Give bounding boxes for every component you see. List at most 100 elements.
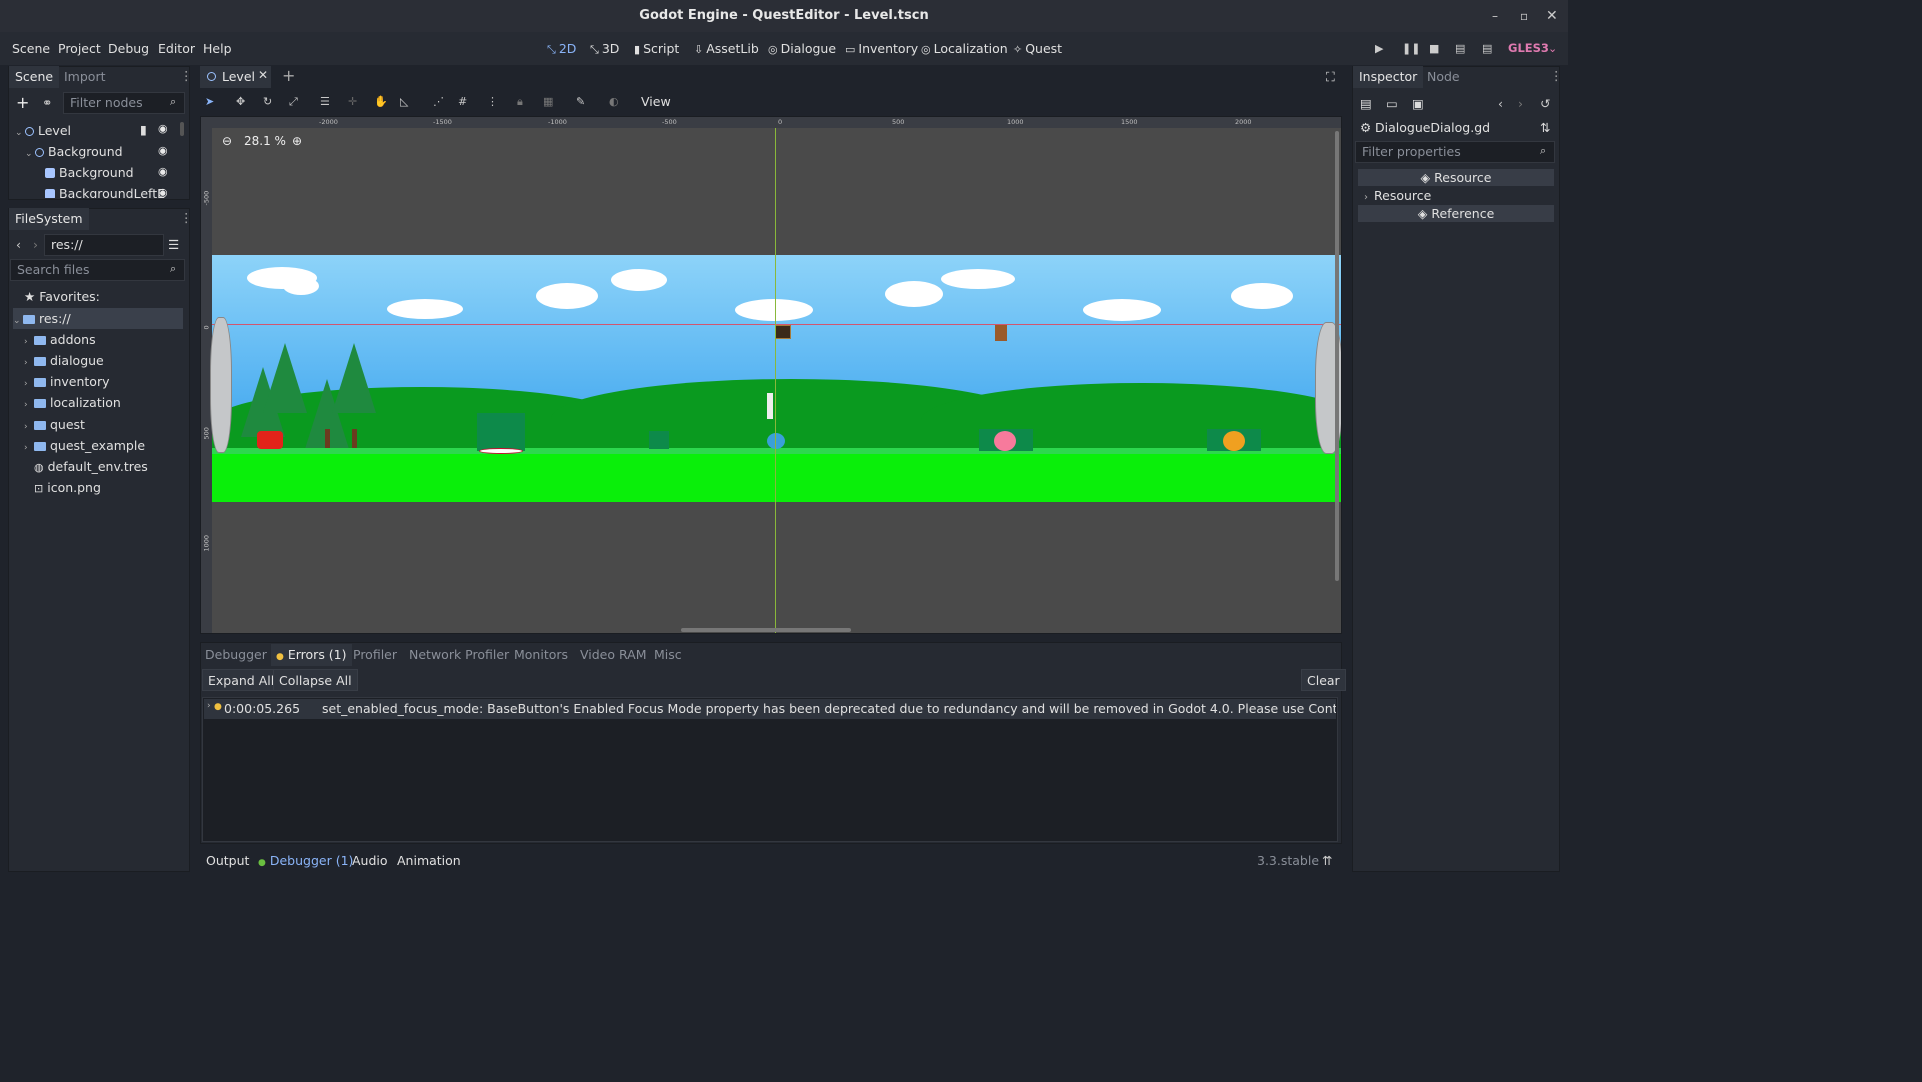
folder-inventory[interactable]: › inventory bbox=[24, 371, 110, 392]
tab-monitors[interactable]: Monitors bbox=[509, 644, 573, 666]
tab-scene[interactable]: Scene bbox=[9, 66, 60, 88]
renderer-select[interactable]: GLES3 bbox=[1508, 32, 1549, 65]
expand-panel-icon[interactable]: ⇈ bbox=[1322, 850, 1332, 872]
play-icon[interactable]: ▶ bbox=[1375, 32, 1383, 65]
npc-sprite[interactable] bbox=[1223, 431, 1245, 451]
back-icon[interactable]: ‹ bbox=[1498, 96, 1503, 111]
open-folder-icon[interactable]: ▭ bbox=[1386, 96, 1398, 111]
forward-icon[interactable]: › bbox=[33, 237, 38, 252]
tree-node-background-left[interactable]: BackgroundLeftE bbox=[45, 183, 165, 198]
workspace-dialogue-button[interactable]: ◎ Dialogue bbox=[768, 32, 836, 65]
lock-icon[interactable]: 🔒︎ bbox=[517, 92, 523, 112]
area-marker[interactable] bbox=[477, 413, 525, 451]
scrollbar[interactable] bbox=[180, 122, 184, 136]
horizontal-scrollbar[interactable] bbox=[681, 628, 851, 632]
workspace-assetlib-button[interactable]: ⇩ AssetLib bbox=[694, 32, 759, 65]
chest-sprite[interactable] bbox=[775, 325, 791, 339]
collapse-all-button[interactable]: Collapse All bbox=[273, 669, 358, 691]
inspected-object-label[interactable]: DialogueDialog.gd bbox=[1375, 120, 1490, 135]
history-icon[interactable]: ↺ bbox=[1540, 96, 1550, 111]
add-node-icon[interactable]: + bbox=[16, 93, 29, 112]
minimize-icon[interactable]: – bbox=[1492, 0, 1498, 32]
file-icon-png[interactable]: ⊡ icon.png bbox=[34, 477, 101, 498]
workspace-script-button[interactable]: ▮ Script bbox=[634, 32, 679, 65]
tab-debugger[interactable]: Debugger bbox=[200, 644, 272, 666]
menu-debug[interactable]: Debug bbox=[108, 32, 149, 65]
pivot-tool-icon[interactable]: ✛ bbox=[348, 92, 357, 112]
zoom-out-icon[interactable]: ⊖ bbox=[222, 134, 232, 148]
play-scene-icon[interactable]: ▤ bbox=[1455, 32, 1465, 65]
reference-section-header[interactable]: ◈ Reference bbox=[1358, 205, 1554, 222]
tab-profiler[interactable]: Profiler bbox=[348, 644, 402, 666]
tab-network-profiler[interactable]: Network Profiler bbox=[404, 644, 514, 666]
file-default-env[interactable]: ◍ default_env.tres bbox=[34, 456, 148, 477]
output-tab[interactable]: Output bbox=[206, 850, 249, 872]
snap-options-icon[interactable]: ⋮ bbox=[487, 92, 498, 112]
tree-node-background[interactable]: ⌄ Background bbox=[25, 141, 123, 162]
favorites-item[interactable]: ★ Favorites: bbox=[24, 286, 100, 307]
ruler-tool-icon[interactable]: ◺ bbox=[400, 92, 408, 112]
visibility-eye-icon[interactable]: ◉ bbox=[158, 144, 168, 157]
pause-icon[interactable]: ❚❚ bbox=[1402, 32, 1420, 65]
scale-tool-icon[interactable]: ⤢ bbox=[289, 92, 298, 112]
workspace-3d-button[interactable]: ⤡ 3D bbox=[590, 32, 619, 65]
tab-import[interactable]: Import bbox=[58, 66, 112, 88]
folder-addons[interactable]: › addons bbox=[24, 329, 96, 350]
move-tool-icon[interactable]: ✥ bbox=[236, 92, 245, 112]
visibility-eye-icon[interactable]: ◉ bbox=[158, 186, 168, 198]
tab-errors[interactable]: ● Errors (1) bbox=[271, 644, 352, 666]
pan-tool-icon[interactable]: ✋ bbox=[374, 92, 388, 112]
npc-sprite[interactable] bbox=[994, 431, 1016, 451]
close-icon[interactable]: ✕ bbox=[1546, 0, 1558, 32]
zoom-in-icon[interactable]: ⊕ bbox=[292, 134, 302, 148]
grid-snap-icon[interactable]: # bbox=[458, 92, 467, 112]
audio-tab[interactable]: Audio bbox=[352, 850, 388, 872]
search-files-input[interactable]: Search files bbox=[10, 259, 185, 281]
tab-inspector[interactable]: Inspector bbox=[1353, 66, 1424, 88]
distraction-free-icon[interactable]: ⛶ bbox=[1326, 69, 1335, 85]
resource-section-header[interactable]: ◈ Resource bbox=[1358, 169, 1554, 186]
workspace-inventory-button[interactable]: ▭ Inventory bbox=[845, 32, 918, 65]
add-tab-icon[interactable]: + bbox=[282, 66, 295, 85]
dock-menu-icon[interactable]: ⋮ bbox=[180, 210, 193, 225]
object-properties-icon[interactable]: ⇅ bbox=[1540, 120, 1550, 135]
maximize-icon[interactable]: ▫ bbox=[1520, 0, 1528, 32]
debugger-tab[interactable]: ● Debugger (1) bbox=[258, 850, 353, 872]
visibility-eye-icon[interactable]: ◉ bbox=[158, 165, 168, 178]
group-icon[interactable]: ▦ bbox=[543, 92, 553, 112]
expand-all-button[interactable]: Expand All bbox=[202, 669, 281, 691]
workspace-2d-button[interactable]: ⤡ 2D bbox=[547, 32, 576, 65]
visibility-eye-icon[interactable]: ◉ bbox=[158, 122, 168, 135]
folder-quest-example[interactable]: › quest_example bbox=[24, 435, 145, 456]
chevron-down-icon[interactable]: ⌄ bbox=[1548, 32, 1557, 65]
menu-scene[interactable]: Scene bbox=[12, 32, 50, 65]
play-custom-scene-icon[interactable]: ▤ bbox=[1482, 32, 1492, 65]
tree-node-level[interactable]: ⌄ Level bbox=[15, 120, 71, 141]
animation-tab[interactable]: Animation bbox=[397, 850, 461, 872]
resource-group[interactable]: › Resource bbox=[1358, 187, 1554, 204]
dock-menu-icon[interactable]: ⋮ bbox=[1550, 68, 1563, 83]
tree-node-background-sprite[interactable]: Background bbox=[45, 162, 134, 183]
view-menu[interactable]: View bbox=[641, 92, 671, 112]
folder-res-root[interactable]: ⌄ res:// bbox=[13, 308, 183, 329]
lever-sprite[interactable] bbox=[649, 431, 669, 449]
portal-sprite[interactable] bbox=[479, 448, 523, 454]
tab-video-ram[interactable]: Video RAM bbox=[575, 644, 652, 666]
enemy-sprite[interactable] bbox=[257, 431, 283, 449]
workspace-localization-button[interactable]: ◎ Localization bbox=[921, 32, 1008, 65]
clear-button[interactable]: Clear bbox=[1301, 669, 1346, 691]
split-view-icon[interactable]: ☰ bbox=[168, 237, 179, 252]
link-icon[interactable]: ⚭ bbox=[42, 95, 52, 110]
new-resource-icon[interactable]: ▤ bbox=[1360, 96, 1372, 111]
dock-menu-icon[interactable]: ⋮ bbox=[180, 68, 193, 83]
menu-help[interactable]: Help bbox=[203, 32, 232, 65]
forward-icon[interactable]: › bbox=[1518, 96, 1523, 111]
select-tool-icon[interactable]: ➤ bbox=[205, 92, 214, 112]
camera-icon[interactable]: ◐ bbox=[609, 92, 619, 112]
filter-nodes-input[interactable]: Filter nodes bbox=[63, 92, 185, 114]
stop-icon[interactable]: ■ bbox=[1429, 32, 1439, 65]
bone-icon[interactable]: ✎ bbox=[576, 92, 585, 112]
back-icon[interactable]: ‹ bbox=[16, 237, 21, 252]
menu-editor[interactable]: Editor bbox=[158, 32, 195, 65]
folder-localization[interactable]: › localization bbox=[24, 392, 121, 413]
